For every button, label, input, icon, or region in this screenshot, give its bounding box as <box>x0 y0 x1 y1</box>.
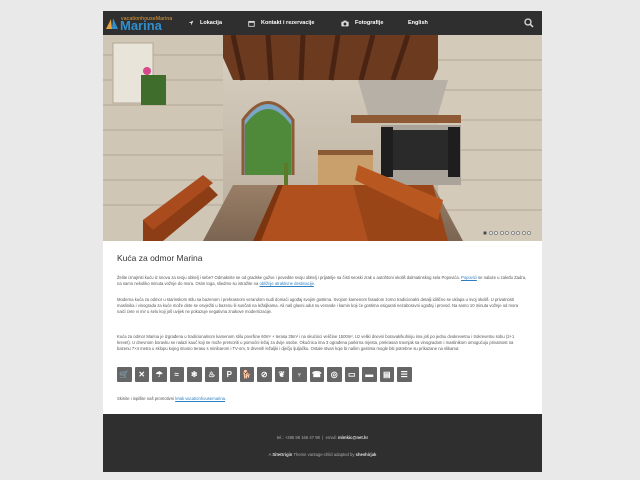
logo-sail-icon <box>106 18 118 29</box>
slider-dot[interactable] <box>521 231 526 235</box>
beach-icon: ☂ <box>152 367 167 382</box>
tel-label: tel.: <box>276 435 284 440</box>
terrace-photo <box>103 35 542 241</box>
phone-number: +385 98 166 47 98 <box>284 435 320 440</box>
contact-line: tel.: +385 98 166 47 98 | email: mlmkic@… <box>103 435 542 440</box>
slider-pagination <box>483 231 531 235</box>
email-label: email: <box>325 435 337 440</box>
site-logo[interactable]: vacationhouseMarina Marina <box>105 15 175 33</box>
site-footer: tel.: +385 98 166 47 98 | email: mlmkic@… <box>103 414 542 472</box>
nav-item-label: Kontakt i rezervacije <box>261 20 315 26</box>
logo-title: Marina <box>120 18 162 33</box>
page-title: Kuća za odmor Marina <box>117 253 203 263</box>
heating-icon: ♨ <box>204 367 219 382</box>
parking-icon: P <box>222 367 237 382</box>
details-paragraph: Kuća za odmor Marina je izgrađena u trad… <box>117 334 515 352</box>
slider-dot[interactable] <box>510 231 515 235</box>
popovici-link[interactable]: Popovići <box>461 275 477 280</box>
pets-icon: 🐕 <box>239 367 254 382</box>
description-paragraph: Moderna kuća za odmor u starinskom stilu… <box>117 297 519 315</box>
no-smoking-icon: ✕ <box>134 367 149 382</box>
nav-item-lokacija[interactable]: Lokacija <box>188 11 222 35</box>
bed-icon: ▬ <box>362 367 377 382</box>
calendar-icon <box>248 20 255 27</box>
paragraph-text: . <box>225 396 227 401</box>
siteorigin-link[interactable]: SiteOrigin <box>272 452 292 457</box>
email-address[interactable]: mlmkic@net.hr <box>338 435 368 440</box>
air-conditioning-icon: ☰ <box>397 367 412 382</box>
author-link[interactable]: sheshirjak <box>356 452 377 457</box>
search-icon[interactable] <box>524 18 534 28</box>
slider-dot[interactable] <box>499 231 504 235</box>
slider-dot[interactable] <box>516 231 520 235</box>
pool-icon: ≈ <box>169 367 184 382</box>
nav-item-english[interactable]: English <box>408 11 428 35</box>
slider-dot[interactable] <box>488 231 493 235</box>
slider-dot[interactable] <box>494 231 498 235</box>
top-navigation-bar: vacationhouseMarina Marina Lokacija Kont… <box>103 11 542 35</box>
nav-item-label: Lokacija <box>200 20 223 26</box>
no-pets-icon: ⊘ <box>257 367 272 382</box>
credit-text: A <box>268 452 272 457</box>
slider-dot[interactable] <box>505 231 509 235</box>
slider-dot[interactable] <box>483 231 487 235</box>
paragraph-text: . <box>313 281 316 287</box>
nav-item-label: Fotografije <box>355 20 384 26</box>
flyer-paragraph: Skinite i ispišite naš promotivni letak … <box>117 396 527 402</box>
nav-item-label: English <box>408 20 428 26</box>
washing-machine-icon: ◎ <box>327 367 342 382</box>
tv-icon: ▭ <box>344 367 359 382</box>
paragraph-text: Želite iznajmiti kuću iz snova za svoju … <box>117 275 462 280</box>
phone-icon: ☎ <box>309 367 324 382</box>
hero-slider-image[interactable] <box>103 35 542 241</box>
shopping-cart-icon: 🛒 <box>117 367 132 382</box>
sofa-icon: ▤ <box>379 367 394 382</box>
location-arrow-icon <box>188 20 194 26</box>
intro-paragraph: Želite iznajmiti kuću iz snova za svoju … <box>117 275 527 287</box>
slider-dot[interactable] <box>527 231 531 235</box>
grapes-icon: ❦ <box>274 367 289 382</box>
amenities-icon-row: 🛒 ✕ ☂ ≈ ❄ ♨ P 🐕 ⊘ ❦ ♆ ☎ ◎ ▭ ▬ ▤ ☰ <box>117 367 412 382</box>
camera-icon <box>341 20 349 26</box>
paragraph-text: Skinite i ispišite naš promotivni <box>117 396 176 401</box>
grill-icon: ♆ <box>292 367 307 382</box>
destinations-link[interactable]: obližnje atraktivne destinacije <box>259 281 313 286</box>
page-wrapper: vacationhouseMarina Marina Lokacija Kont… <box>103 11 542 472</box>
snowflake-icon: ❄ <box>187 367 202 382</box>
nav-item-kontakt[interactable]: Kontakt i rezervacije <box>248 11 315 35</box>
flyer-link[interactable]: letak vacationhousemarina <box>175 396 225 401</box>
nav-item-fotografije[interactable]: Fotografije <box>341 11 383 35</box>
credit-text: Theme vantage-child adapted by <box>293 452 355 457</box>
separator: | <box>322 435 324 440</box>
credit-line: A SiteOrigin Theme vantage-child adapted… <box>103 452 542 457</box>
